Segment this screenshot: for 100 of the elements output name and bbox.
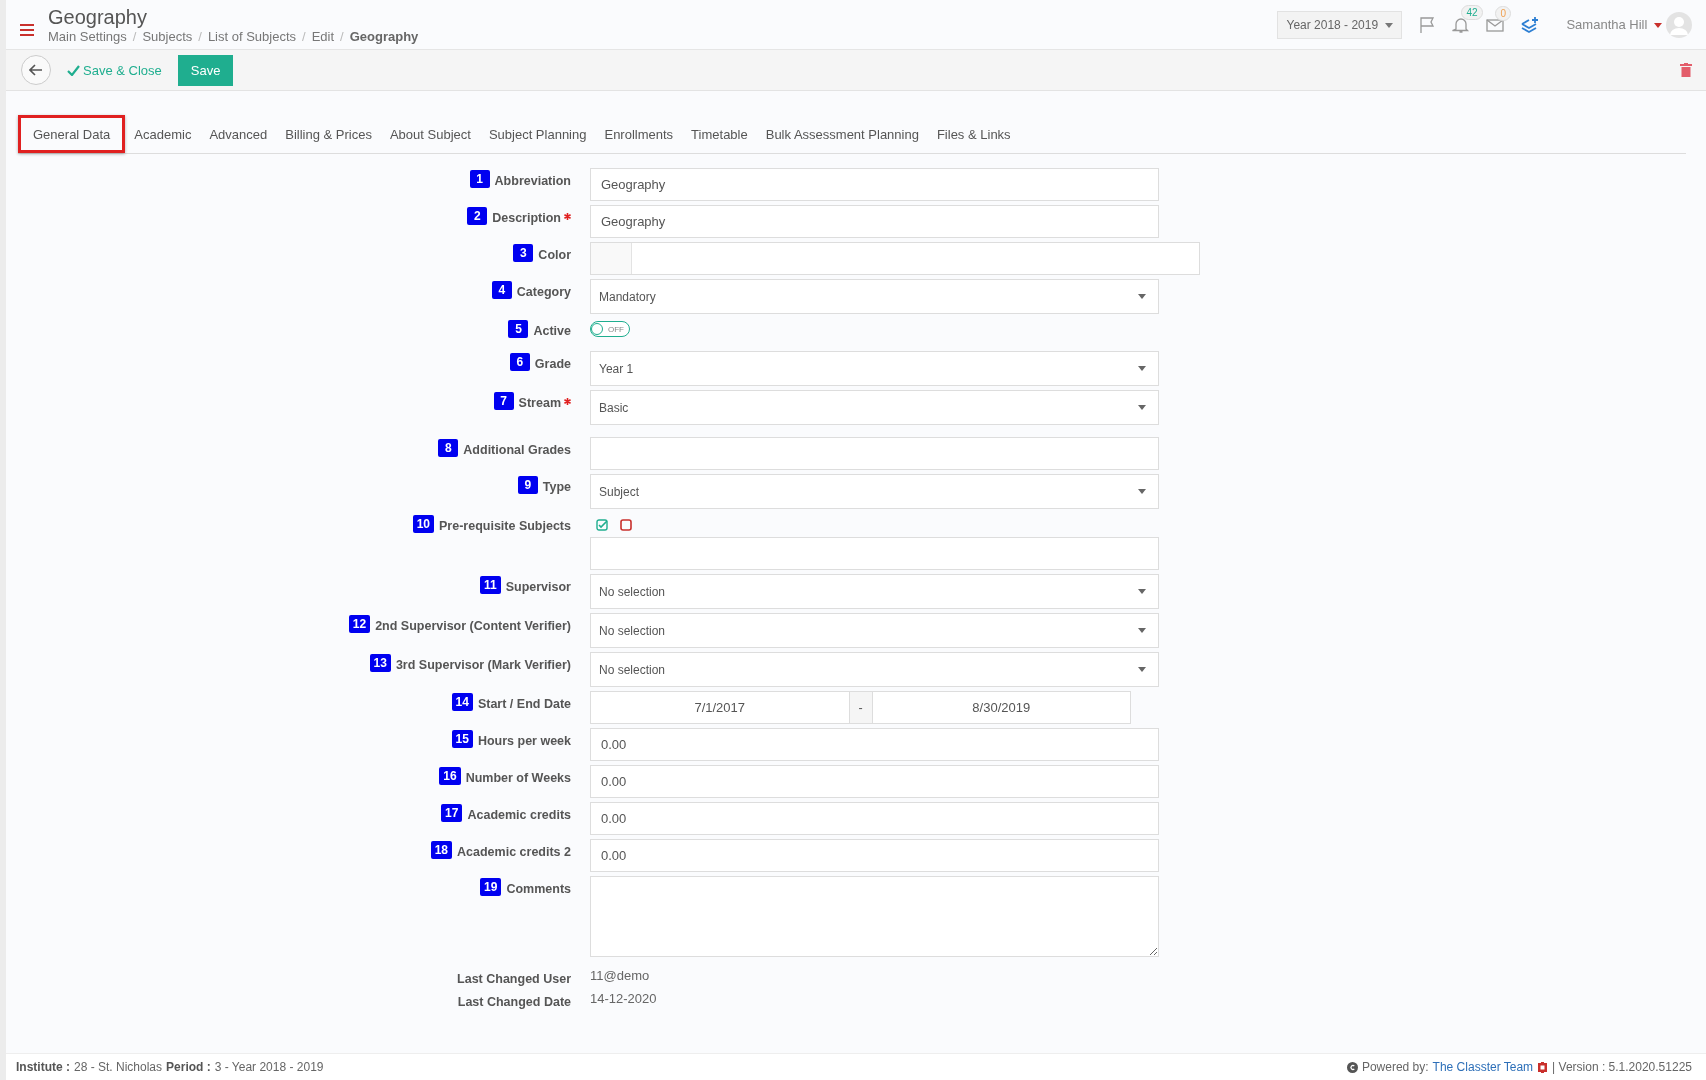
field-label: Type	[542, 479, 571, 494]
dropdown[interactable]: No selection	[590, 613, 1159, 648]
field-label: Academic credits	[467, 807, 571, 822]
tab[interactable]: Academic	[125, 115, 201, 153]
breadcrumb-current: Geography	[349, 29, 419, 44]
start-date-field[interactable]: 7/1/2017	[590, 691, 850, 724]
end-date-field[interactable]: 8/30/2019	[871, 691, 1131, 724]
breadcrumb-link[interactable]: Edit	[311, 29, 335, 44]
number-badge: 5	[508, 320, 529, 338]
dropdown[interactable]: No selection	[590, 652, 1159, 687]
field-label: Supervisor	[505, 579, 571, 594]
field-label: Number of Weeks	[465, 770, 571, 785]
field-label: Grade	[534, 356, 571, 371]
footer-label: Institute :	[16, 1060, 70, 1074]
envelope-icon[interactable]	[1486, 16, 1505, 33]
tab[interactable]: Enrollments	[595, 115, 683, 153]
number-badge: 17	[441, 804, 463, 822]
field-label: Pre-requisite Subjects	[439, 518, 571, 533]
caret-icon	[1138, 489, 1146, 494]
text-field[interactable]: Geography	[590, 205, 1159, 238]
field-label: Additional Grades	[463, 442, 571, 457]
caret-icon	[1654, 23, 1662, 29]
trash-icon[interactable]	[1680, 63, 1692, 77]
dropdown[interactable]: Subject	[590, 474, 1159, 509]
layers-plus-icon[interactable]	[1520, 15, 1541, 34]
caret-icon	[1138, 294, 1146, 299]
field-label: Stream	[518, 395, 561, 410]
field-label: Abbreviation	[494, 173, 571, 188]
team-link[interactable]: The Classter Team	[1432, 1060, 1534, 1074]
tab[interactable]: Files & Links	[927, 115, 1020, 153]
menu-icon[interactable]	[20, 23, 34, 36]
number-badge: 15	[451, 730, 473, 748]
breadcrumb-separator: /	[340, 29, 344, 44]
breadcrumb-separator: /	[132, 29, 137, 44]
caret-icon	[1138, 628, 1146, 633]
version-text: | Version : 5.1.2020.51225	[1552, 1060, 1692, 1074]
number-badge: 2	[467, 207, 488, 225]
field-label: Description	[492, 210, 561, 225]
field-value: 14-12-2020	[590, 990, 658, 1006]
number-badge: 4	[491, 281, 512, 299]
text-field[interactable]: Geography	[590, 168, 1159, 201]
dropdown[interactable]: No selection	[590, 574, 1159, 609]
color-field[interactable]	[590, 242, 1200, 275]
text-field[interactable]: 0.00	[590, 728, 1159, 761]
comments-textarea[interactable]	[590, 876, 1159, 957]
breadcrumb-link[interactable]: Main Settings	[48, 29, 127, 44]
number-badge: 7	[493, 392, 514, 410]
asterisk-icon	[564, 398, 571, 405]
back-button[interactable]	[21, 55, 51, 85]
tab[interactable]: Bulk Assessment Planning	[756, 115, 928, 153]
toggle-switch[interactable]: OFF	[590, 321, 630, 337]
field-label: Start / End Date	[477, 696, 571, 711]
dropdown[interactable]: Mandatory	[590, 279, 1159, 314]
footer-value: 3 - Year 2018 - 2019	[214, 1060, 324, 1074]
number-badge: 3	[513, 244, 534, 262]
footer-value: 28 - St. Nicholas	[74, 1060, 163, 1074]
caret-icon	[1385, 22, 1394, 28]
year-dropdown[interactable]: Year 2018 - 2019	[1277, 10, 1403, 39]
check-icon	[67, 64, 80, 76]
multiselect-field[interactable]	[590, 437, 1159, 470]
empty-box-icon[interactable]	[620, 519, 632, 531]
bell-icon[interactable]	[1452, 15, 1471, 34]
checked-box-icon[interactable]	[596, 519, 608, 531]
breadcrumb-separator: /	[198, 29, 202, 44]
text-field[interactable]: 0.00	[590, 802, 1159, 835]
breadcrumb-link[interactable]: List of Subjects	[207, 29, 297, 44]
number-badge: 12	[348, 615, 371, 633]
field-label: Hours per week	[477, 733, 571, 748]
multiselect-field[interactable]	[590, 537, 1159, 570]
tab[interactable]: Timetable	[682, 115, 757, 153]
breadcrumb-separator: /	[302, 29, 306, 44]
tab[interactable]: Billing & Prices	[276, 115, 381, 153]
field-label: 3rd Supervisor (Mark Verifier)	[395, 657, 571, 672]
number-badge: 16	[439, 767, 461, 785]
date-separator: -	[849, 691, 872, 724]
field-label: Last Changed User	[457, 971, 571, 986]
caret-icon	[1138, 366, 1146, 371]
dropdown[interactable]: Basic	[590, 390, 1159, 425]
caret-icon	[1138, 405, 1146, 410]
number-badge: 1	[469, 170, 490, 188]
caret-icon	[1138, 589, 1146, 594]
breadcrumb-link[interactable]: Subjects	[142, 29, 193, 44]
asterisk-icon	[564, 213, 571, 220]
text-field[interactable]: 0.00	[590, 839, 1159, 872]
tab[interactable]: About Subject	[380, 115, 480, 153]
flag-icon[interactable]	[1418, 15, 1437, 34]
copyright-icon	[1346, 1061, 1358, 1073]
field-label: Active	[533, 323, 571, 338]
tab[interactable]: General Data	[18, 115, 126, 153]
notification-count: 42	[1461, 4, 1483, 20]
tab[interactable]: Advanced	[200, 115, 277, 153]
arrow-left-icon	[29, 64, 43, 76]
text-field[interactable]: 0.00	[590, 765, 1159, 798]
field-label: Color	[538, 247, 571, 262]
tab[interactable]: Subject Planning	[479, 115, 596, 153]
footer-label: Period :	[166, 1060, 211, 1074]
caret-icon	[1138, 667, 1146, 672]
user-menu[interactable]: Samantha Hill	[1566, 17, 1662, 32]
logo-icon	[1537, 1061, 1549, 1073]
dropdown[interactable]: Year 1	[590, 351, 1159, 386]
